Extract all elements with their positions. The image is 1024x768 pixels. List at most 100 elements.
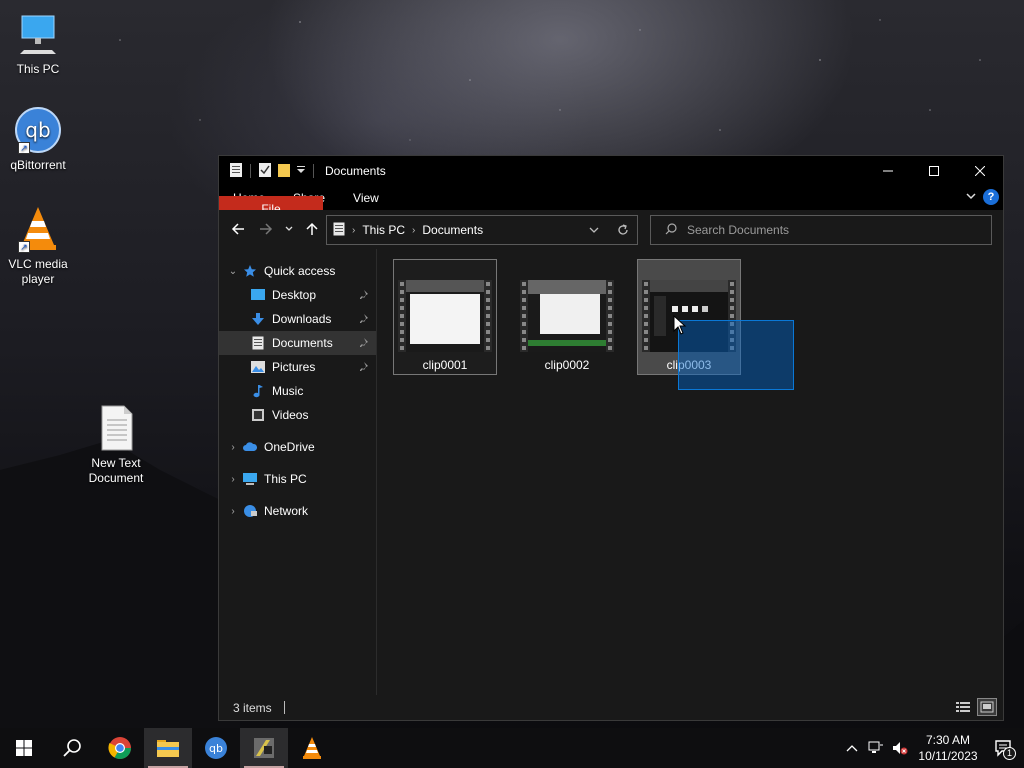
start-button[interactable] [0,728,48,768]
sidebar-item-label: Quick access [264,264,336,278]
chrome-icon [108,737,131,759]
star-icon [241,263,259,279]
desktop-icon-label: This PC [16,62,60,76]
title-bar[interactable]: Documents [219,156,1003,186]
network-status-icon [868,741,883,753]
properties-icon[interactable] [229,162,243,181]
minimize-button[interactable] [865,156,911,186]
tab-view[interactable]: View [339,186,393,210]
desktop-icon-qbittorrent[interactable]: qb ↗ qBittorrent [0,106,76,173]
sidebar-item-videos[interactable]: Videos [219,403,376,427]
breadcrumb-chevron-icon: › [412,224,416,236]
taskbar-screen-recorder[interactable] [240,728,288,768]
recorder-app-icon [254,738,274,758]
sidebar-item-this-pc[interactable]: › This PC [219,467,376,491]
video-thumbnail [520,280,614,352]
svg-text:qb: qb [25,118,50,142]
network-icon [241,503,259,519]
documents-icon [249,335,267,351]
windows-logo-icon [16,740,32,756]
file-item-clip0001[interactable]: clip0001 [393,259,497,375]
expand-chevron-icon[interactable]: › [219,442,241,453]
help-icon[interactable]: ? [983,189,999,205]
search-input[interactable] [687,223,967,237]
quick-access-toolbar [219,162,317,181]
qat-dropdown-icon[interactable] [296,164,306,178]
file-name: clip0002 [544,358,590,372]
shortcut-arrow-icon: ↗ [18,241,30,253]
pin-icon[interactable] [360,337,370,351]
refresh-icon[interactable] [608,216,637,244]
clock[interactable]: 7:30 AM 10/11/2023 [912,732,984,764]
pin-icon[interactable] [360,289,370,303]
download-arrow-icon [249,311,267,327]
network-tray-button[interactable] [864,728,888,768]
checkmark-document-icon[interactable] [258,162,272,181]
address-bar[interactable]: › This PC › Documents [326,215,638,245]
show-hidden-icons-button[interactable] [840,728,864,768]
sidebar-item-downloads[interactable]: Downloads [219,307,376,331]
taskbar: qb 7:30 AM 10/11/2023 1 [0,728,1024,768]
sidebar-item-documents[interactable]: Documents [219,331,376,355]
sidebar-item-label: Desktop [272,288,317,302]
explorer-window[interactable]: Documents File Home Share View ? [218,155,1004,721]
sidebar-item-label: Pictures [272,360,316,374]
taskbar-vlc[interactable] [288,728,336,768]
search-box[interactable] [650,215,992,245]
sidebar-item-network[interactable]: › Network [219,499,376,523]
close-button[interactable] [957,156,1003,186]
music-note-icon [249,383,267,399]
shortcut-arrow-icon: ↗ [18,142,30,154]
pin-icon[interactable] [360,361,370,375]
large-icons-view-button[interactable] [977,698,997,716]
computer-icon [241,471,259,487]
sidebar-item-pictures[interactable]: Pictures [219,355,376,379]
recent-locations-button[interactable] [280,215,298,243]
file-list[interactable]: clip0001 clip0002 clip0003 [377,249,1003,696]
sidebar-item-label: Music [272,384,304,398]
sidebar-item-music[interactable]: Music [219,379,376,403]
folder-icon [157,740,179,757]
sidebar-item-quick-access[interactable]: ⌄ Quick access [219,259,376,283]
desktop-icon-label: New Text Document [88,456,144,485]
action-center-button[interactable]: 1 [984,728,1024,768]
qbittorrent-icon: qb [205,737,227,759]
taskbar-file-explorer[interactable] [144,728,192,768]
expand-ribbon-icon[interactable] [965,190,977,205]
expand-chevron-icon[interactable]: › [219,474,241,485]
taskbar-chrome[interactable] [96,728,144,768]
breadcrumb-documents[interactable]: Documents [422,223,483,237]
cloud-icon [241,439,259,455]
ribbon-tabs: File Home Share View ? [219,186,1003,220]
sidebar-item-onedrive[interactable]: › OneDrive [219,435,376,459]
desktop-icon-this-pc[interactable]: This PC [0,10,76,77]
pin-icon[interactable] [360,313,370,327]
desktop-icon-new-text-document[interactable]: New Text Document [78,404,154,486]
mouse-cursor-icon [673,315,687,335]
navigation-pane: ⌄ Quick access Desktop Downloads Documen… [219,249,377,696]
file-name: clip0001 [422,358,468,372]
collapse-chevron-icon[interactable]: ⌄ [219,266,241,277]
expand-chevron-icon[interactable]: › [219,506,241,517]
sidebar-item-desktop[interactable]: Desktop [219,283,376,307]
file-item-clip0002[interactable]: clip0002 [515,259,619,375]
svg-text:qb: qb [209,742,223,755]
forward-button[interactable] [252,215,280,243]
search-taskbar-button[interactable] [48,728,96,768]
sidebar-item-label: Downloads [272,312,332,326]
breadcrumb-this-pc[interactable]: This PC [362,223,405,237]
desktop-folder-icon [249,287,267,303]
volume-tray-button[interactable] [888,728,912,768]
up-button[interactable] [298,215,326,243]
taskbar-qbittorrent[interactable]: qb [192,728,240,768]
back-button[interactable] [224,215,252,243]
desktop-icon-vlc[interactable]: ↗ VLC media player [0,205,76,287]
maximize-button[interactable] [911,156,957,186]
address-dropdown-icon[interactable] [579,216,608,244]
desktop-icon-label: qBittorrent [10,158,66,172]
new-folder-icon[interactable] [276,162,292,181]
sidebar-item-label: Videos [272,408,309,422]
qbittorrent-icon: qb ↗ [14,106,62,154]
search-icon [665,222,677,238]
details-view-button[interactable] [953,698,973,716]
